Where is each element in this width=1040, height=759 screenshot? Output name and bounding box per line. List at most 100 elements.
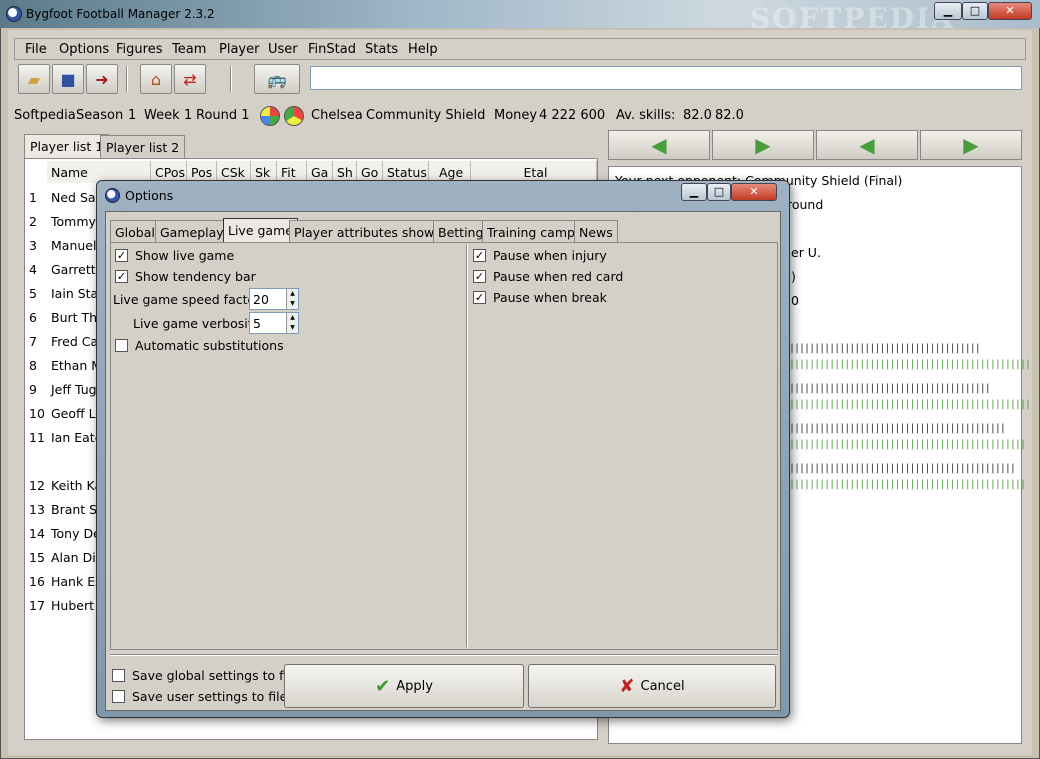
- row-number: 10: [29, 406, 45, 421]
- checkmark-icon: ✔: [375, 675, 391, 697]
- options-dialog: Options ▁ □ ✕ Global Gameplay Live game …: [96, 180, 790, 718]
- dialog-client: Global Gameplay Live game Player attribu…: [105, 211, 781, 711]
- spin-arrows-icon[interactable]: ▲ ▼: [286, 289, 298, 309]
- dialog-title: Options: [125, 188, 174, 203]
- pause-red-card-checkbox[interactable]: ✓ Pause when red card: [473, 269, 623, 284]
- speed-factor-value: 20: [253, 292, 269, 307]
- menu-player[interactable]: Player: [219, 42, 259, 57]
- apply-label: Apply: [396, 678, 433, 694]
- menu-user[interactable]: User: [268, 42, 298, 57]
- verbosity-spinner[interactable]: 5 ▲ ▼: [249, 312, 299, 334]
- opponent-detail-text-3: 0: [791, 293, 799, 308]
- tab-live-game[interactable]: Live game: [223, 218, 298, 243]
- tab-player-list-2[interactable]: Player list 2: [100, 135, 186, 159]
- row-number: 14: [29, 526, 45, 541]
- season-label: Season: [76, 108, 124, 123]
- tab-news[interactable]: News: [574, 220, 618, 243]
- next-opponent-button[interactable]: ▶: [712, 130, 814, 160]
- pause-injury-checkbox[interactable]: ✓ Pause when injury: [473, 248, 607, 263]
- pause-break-checkbox[interactable]: ✓ Pause when break: [473, 290, 607, 305]
- dialog-minimize-button[interactable]: ▁: [681, 183, 707, 201]
- tab-player-list-1[interactable]: Player list 1: [24, 134, 110, 158]
- skill-value-1: 82.0: [683, 108, 712, 123]
- menu-finstad[interactable]: FinStad: [308, 42, 356, 57]
- maximize-button[interactable]: □: [962, 2, 988, 20]
- show-live-game-checkbox[interactable]: ✓ Show live game: [115, 248, 234, 263]
- save-button[interactable]: ■: [52, 64, 84, 94]
- player-name: Garrett: [51, 262, 96, 277]
- player-name: Alan Dil: [51, 550, 100, 565]
- arrow-left-icon: ◀: [651, 133, 667, 157]
- round-text: round: [787, 197, 824, 212]
- toolbar-separator: [126, 66, 128, 92]
- arrow-right-icon: ▶: [755, 133, 771, 157]
- minimize-button[interactable]: ▁: [934, 2, 962, 20]
- prev-opponent-button[interactable]: ◀: [608, 130, 710, 160]
- exit-door-icon: ➜: [95, 69, 109, 89]
- tab-global[interactable]: Global: [110, 220, 160, 243]
- row-number: 6: [29, 310, 37, 325]
- row-number: 4: [29, 262, 37, 277]
- player-name: Jeff Tug: [51, 382, 97, 397]
- quit-button[interactable]: ➜: [86, 64, 118, 94]
- football-icon: [105, 188, 120, 203]
- dialog-maximize-button[interactable]: □: [707, 183, 731, 201]
- back-to-main-button[interactable]: ⌂: [140, 64, 172, 94]
- show-tendency-bar-checkbox[interactable]: ✓ Show tendency bar: [115, 269, 256, 284]
- player-name: Fred Ca: [51, 334, 99, 349]
- tab-player-attributes[interactable]: Player attributes shown: [289, 220, 448, 243]
- player-name: Brant St: [51, 502, 103, 517]
- row-number: 17: [29, 598, 45, 613]
- row-number: 5: [29, 286, 37, 301]
- bus-icon: 🚌: [267, 69, 287, 89]
- new-week-button[interactable]: 🚌: [254, 64, 300, 94]
- skills-label: Av. skills:: [616, 108, 676, 123]
- transfers-button[interactable]: ⇄: [174, 64, 206, 94]
- close-button[interactable]: ✕: [988, 2, 1032, 20]
- checkmark-icon: ✓: [115, 249, 128, 262]
- strength-bar: ||||||||||||||||||||||||||||||||||||||||…: [789, 439, 1026, 450]
- tab-gameplay[interactable]: Gameplay: [155, 220, 229, 243]
- spin-arrows-icon[interactable]: ▲ ▼: [286, 313, 298, 333]
- save-global-label: Save global settings to file: [132, 668, 299, 683]
- player-name: Tony De: [51, 526, 101, 541]
- speed-factor-spinner[interactable]: 20 ▲ ▼: [249, 288, 299, 310]
- player-name: Manuel: [51, 238, 97, 253]
- auto-substitutions-checkbox[interactable]: Automatic substitutions: [115, 338, 284, 353]
- prev-page-button[interactable]: ◀: [816, 130, 918, 160]
- menu-file[interactable]: File: [25, 42, 47, 57]
- tab-training-camp[interactable]: Training camp: [482, 220, 580, 243]
- menu-help[interactable]: Help: [408, 42, 438, 57]
- strength-bar: ||||||||||||||||||||||||||||||||||||||||…: [789, 399, 1031, 410]
- dialog-close-button[interactable]: ✕: [731, 183, 777, 201]
- toolbar-separator-2: [230, 66, 232, 92]
- strength-bar: ||||||||||||||||||||||||||||||||||||||||…: [789, 359, 1031, 370]
- status-line: Softpedia Season 1 Week 1 Round 1 Chelse…: [14, 106, 1026, 126]
- pause-break-label: Pause when break: [493, 290, 607, 305]
- tab-betting[interactable]: Betting: [433, 220, 489, 243]
- menu-team[interactable]: Team: [172, 42, 206, 57]
- morale-indicator-icon: [284, 106, 304, 126]
- checkmark-icon: ✓: [473, 291, 486, 304]
- floppy-save-icon: ■: [60, 69, 76, 89]
- live-game-panel: ✓ Show live game ✓ Show tendency bar Live …: [110, 242, 778, 650]
- menu-figures[interactable]: Figures: [116, 42, 162, 57]
- apply-button[interactable]: ✔ Apply: [284, 664, 524, 708]
- money-label: Money: [494, 108, 538, 123]
- auto-substitutions-label: Automatic substitutions: [135, 338, 284, 353]
- row-number: 7: [29, 334, 37, 349]
- row-number: 13: [29, 502, 45, 517]
- menu-stats[interactable]: Stats: [365, 42, 398, 57]
- menu-options[interactable]: Options: [59, 42, 109, 57]
- next-page-button[interactable]: ▶: [920, 130, 1022, 160]
- checkmark-icon: ✓: [115, 270, 128, 283]
- save-user-checkbox[interactable]: Save user settings to file: [112, 689, 287, 704]
- open-button[interactable]: ▰: [18, 64, 50, 94]
- cancel-button[interactable]: ✘ Cancel: [528, 664, 776, 708]
- save-global-checkbox[interactable]: Save global settings to file: [112, 668, 298, 683]
- pause-injury-label: Pause when injury: [493, 248, 607, 263]
- unchecked-box-icon: [112, 690, 125, 703]
- folder-open-icon: ▰: [27, 69, 41, 89]
- toolbar-entry[interactable]: [310, 66, 1022, 90]
- verbosity-label: Live game verbosity: [133, 316, 261, 331]
